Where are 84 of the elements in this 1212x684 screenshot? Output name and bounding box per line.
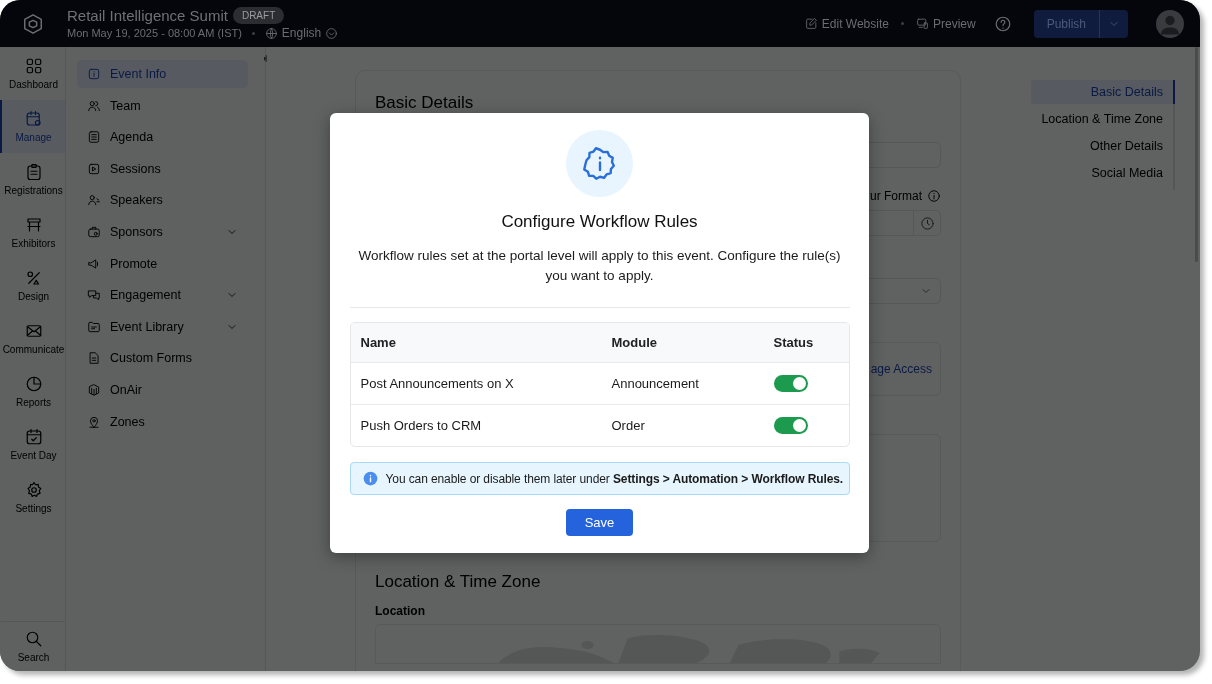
info-icon bbox=[927, 189, 941, 203]
dialog-description: Workflow rules set at the portal level will apply to this event. Configure the rule(s) you want to apply. bbox=[357, 247, 842, 285]
speaker-person-icon bbox=[87, 193, 101, 208]
envelope-icon bbox=[24, 322, 43, 340]
globe-icon bbox=[264, 26, 278, 40]
notebook-icon bbox=[87, 130, 101, 145]
rail-item[interactable]: Design bbox=[0, 259, 65, 312]
section-link[interactable]: Basic Details bbox=[1031, 80, 1175, 104]
nav-item[interactable]: Event Info bbox=[77, 60, 248, 88]
column-header: Name bbox=[359, 335, 397, 350]
info-message: You can enable or disable them later under Settings > Automation > Workflow Rules. bbox=[385, 471, 844, 486]
play-box-icon bbox=[87, 161, 101, 176]
grid-icon bbox=[24, 57, 43, 75]
settings-icon bbox=[24, 481, 43, 499]
booth-icon bbox=[24, 216, 43, 234]
briefcase-icon bbox=[87, 224, 101, 239]
search-icon bbox=[24, 630, 43, 648]
form-icon bbox=[87, 351, 101, 366]
toggle-switch[interactable] bbox=[773, 375, 808, 392]
table-cell-text: Post Announcements on X bbox=[359, 376, 515, 391]
table-cell-text: Order bbox=[610, 418, 646, 433]
chevron-circle-icon bbox=[325, 26, 339, 40]
table-cell-text: Push Orders to CRM bbox=[359, 418, 483, 433]
stacked-boxes-icon bbox=[87, 382, 101, 397]
rail-item[interactable]: Event Day bbox=[0, 418, 65, 471]
save-button[interactable]: Save bbox=[566, 509, 633, 536]
cube-logo-icon[interactable] bbox=[22, 12, 44, 35]
status-badge: DRAFT bbox=[232, 7, 285, 24]
manage-access-link[interactable]: age Access bbox=[870, 362, 932, 376]
section-link[interactable]: Social Media bbox=[1031, 161, 1175, 185]
rail-item[interactable]: Exhibitors bbox=[0, 206, 65, 259]
nav-item[interactable]: Engagement bbox=[77, 281, 248, 310]
megaphone-icon bbox=[87, 256, 101, 271]
preview-button[interactable]: Preview bbox=[915, 16, 976, 31]
nav-item[interactable]: Sessions bbox=[77, 154, 248, 183]
column-header: Module bbox=[610, 335, 658, 350]
event-title: Retail Intelligence Sumit bbox=[67, 7, 228, 24]
search-button[interactable]: Search bbox=[0, 621, 65, 671]
edit-website-button[interactable]: Edit Website bbox=[804, 16, 889, 31]
publish-button[interactable]: Publish bbox=[1033, 9, 1099, 38]
rail-item[interactable]: Dashboard bbox=[0, 47, 65, 100]
rail-item[interactable]: Communicate bbox=[0, 312, 65, 365]
location-pin-icon bbox=[87, 414, 101, 429]
dialog-title: Configure Workflow Rules bbox=[501, 212, 698, 232]
calendar-gear-icon bbox=[24, 110, 43, 128]
nav-item[interactable]: OnAir bbox=[77, 375, 248, 404]
chat-icon bbox=[87, 288, 101, 303]
nav-item[interactable]: Speakers bbox=[77, 186, 248, 215]
nav-item[interactable]: Promote bbox=[77, 249, 248, 278]
info-badge-glyph-icon bbox=[581, 145, 618, 182]
section-link[interactable]: Other Details bbox=[1031, 134, 1175, 158]
calendar-check-icon bbox=[24, 428, 43, 446]
rail-item[interactable]: Manage bbox=[0, 100, 65, 153]
folder-icon bbox=[87, 319, 101, 334]
separator-dot bbox=[900, 22, 904, 25]
field-label: Location bbox=[375, 604, 426, 618]
nav-item[interactable]: Custom Forms bbox=[77, 344, 248, 373]
language-selector[interactable]: English bbox=[264, 26, 339, 40]
pie-chart-icon bbox=[24, 375, 43, 393]
rail-item[interactable]: Reports bbox=[0, 365, 65, 418]
column-header: Status bbox=[772, 335, 815, 350]
help-icon[interactable] bbox=[993, 14, 1012, 33]
rail-item[interactable]: Registrations bbox=[0, 153, 65, 206]
people-icon bbox=[87, 98, 101, 113]
clock-icon bbox=[919, 215, 935, 231]
toggle-switch[interactable] bbox=[773, 417, 808, 434]
section-heading: Location & Time Zone bbox=[375, 572, 542, 592]
devices-icon bbox=[915, 17, 929, 30]
info-icon bbox=[362, 471, 378, 486]
nav-item[interactable]: Sponsors bbox=[77, 217, 248, 246]
field-label: ur Format bbox=[870, 189, 922, 203]
separator-dot bbox=[251, 31, 255, 35]
edit-icon bbox=[804, 17, 818, 30]
table-cell-text: Announcement bbox=[610, 376, 700, 391]
section-heading: Basic Details bbox=[375, 93, 475, 113]
nav-item[interactable]: Event Library bbox=[77, 312, 248, 341]
info-box-icon bbox=[87, 67, 101, 81]
nav-item[interactable]: Zones bbox=[77, 407, 248, 436]
rail-item[interactable]: Settings bbox=[0, 471, 65, 524]
section-link[interactable]: Location & Time Zone bbox=[1031, 107, 1175, 131]
clipboard-icon bbox=[24, 163, 43, 181]
nav-item[interactable]: Agenda bbox=[77, 123, 248, 152]
event-date: Mon May 19, 2025 - 08:00 AM (IST) bbox=[67, 27, 242, 39]
nav-item[interactable]: Team bbox=[77, 91, 248, 120]
